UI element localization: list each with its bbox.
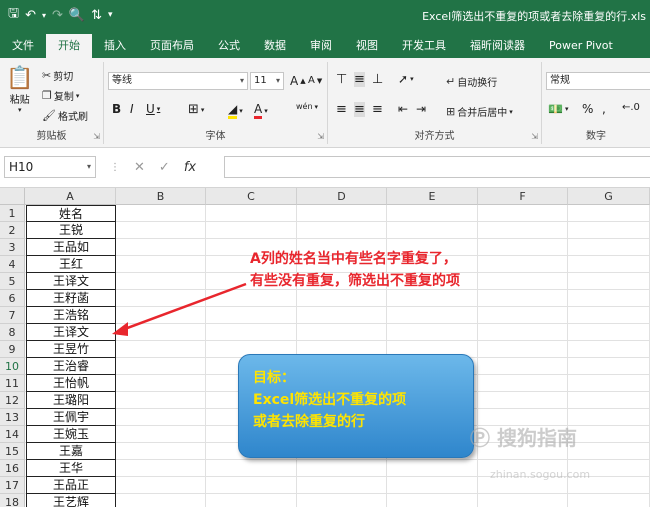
callout-line-3: 或者去除重复的行 <box>253 414 365 430</box>
watermark-logo-icon: Ⓟ <box>470 426 490 450</box>
goal-callout: 目标： Excel筛选出不重复的项 或者去除重复的行 <box>238 354 474 458</box>
watermark: Ⓟ 搜狗指南 <box>470 426 577 450</box>
callout-line-2: Excel筛选出不重复的项 <box>253 392 407 408</box>
watermark-url: zhinan.sogou.com <box>490 468 591 481</box>
callout-line-1: 目标： <box>253 370 295 386</box>
